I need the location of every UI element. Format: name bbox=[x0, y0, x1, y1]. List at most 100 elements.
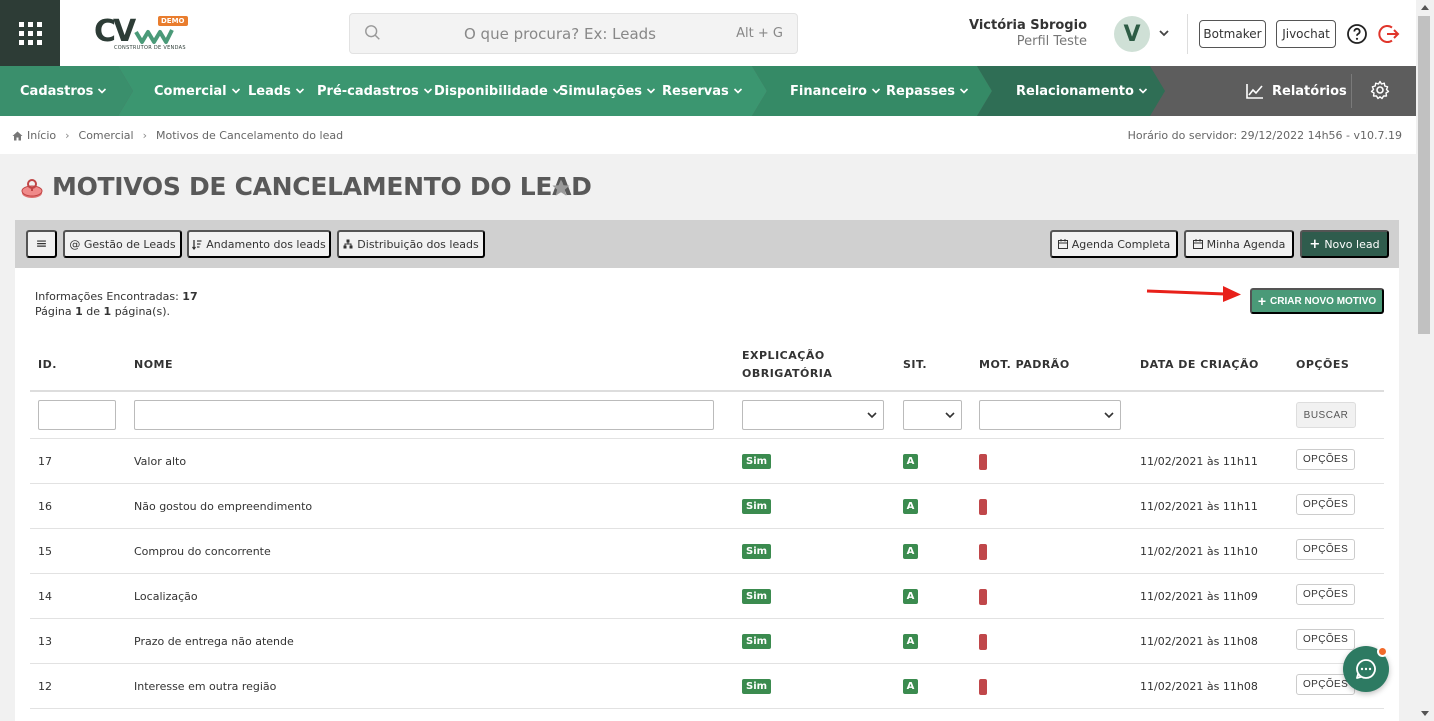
filter-id-input[interactable] bbox=[38, 400, 116, 430]
user-profile: Perfil Teste bbox=[1016, 34, 1087, 49]
opcoes-button[interactable]: OPÇÕES bbox=[1296, 538, 1356, 560]
gestao-leads-button[interactable]: @ Gestão de Leads bbox=[63, 230, 182, 258]
chevron-down-icon bbox=[867, 412, 877, 419]
filter-mot-padrao-select[interactable] bbox=[979, 400, 1121, 430]
minha-agenda-button[interactable]: Minha Agenda bbox=[1184, 230, 1294, 258]
nav-item-pre-cadastros[interactable]: Pré-cadastros bbox=[317, 66, 433, 116]
header-data-criacao[interactable]: DATA DE CRIAÇÃO bbox=[1140, 356, 1259, 374]
status-badge: A bbox=[903, 679, 918, 694]
cell-data: 11/02/2021 às 11h11 bbox=[1140, 500, 1258, 513]
cell-data: 11/02/2021 às 11h08 bbox=[1140, 635, 1258, 648]
filter-sit-select[interactable] bbox=[903, 400, 962, 430]
nav-item-simulacoes[interactable]: Simulações bbox=[559, 66, 656, 116]
chevron-down-icon[interactable] bbox=[1158, 27, 1170, 39]
buscar-button[interactable]: BUSCAR bbox=[1296, 402, 1356, 428]
avatar[interactable]: V bbox=[1114, 16, 1150, 52]
cell-data: 11/02/2021 às 11h08 bbox=[1140, 680, 1258, 693]
page-current: 1 bbox=[75, 305, 83, 318]
top-header: CV DEMO CONSTRUTOR DE VENDAS Alt + G Vic… bbox=[0, 0, 1416, 66]
table-row bbox=[30, 708, 1384, 721]
mot-padrao-flag bbox=[979, 498, 987, 515]
table-row: 16 Não gostou do empreendimento Sim A 11… bbox=[30, 483, 1384, 528]
nav-item-financeiro[interactable]: Financeiro bbox=[790, 66, 881, 116]
opcoes-button[interactable]: OPÇÕES bbox=[1296, 583, 1356, 605]
header-nome[interactable]: NOME bbox=[134, 356, 173, 374]
nav-item-reservas[interactable]: Reservas bbox=[662, 66, 743, 116]
botmaker-button[interactable]: Botmaker bbox=[1199, 20, 1266, 48]
favorite-star-icon[interactable] bbox=[551, 178, 571, 198]
nav-item-relatorios[interactable]: Relatórios bbox=[1246, 66, 1347, 116]
nav-item-disponibilidade[interactable]: Disponibilidade bbox=[434, 66, 562, 116]
page-scrollbar[interactable] bbox=[1416, 0, 1434, 721]
divider bbox=[1187, 14, 1188, 54]
andamento-leads-button[interactable]: Andamento dos leads bbox=[187, 230, 331, 258]
calendar-icon bbox=[1057, 239, 1068, 249]
cell-nome: Interesse em outra região bbox=[134, 680, 277, 693]
breadcrumb-comercial[interactable]: Comercial bbox=[79, 129, 134, 142]
explicacao-badge: Sim bbox=[742, 589, 772, 604]
criar-novo-motivo-button[interactable]: + CRIAR NOVO MOTIVO bbox=[1250, 288, 1384, 314]
cell-data: 11/02/2021 às 11h09 bbox=[1140, 590, 1258, 603]
logo-text: CV bbox=[94, 14, 136, 49]
explicacao-badge: Sim bbox=[742, 544, 772, 559]
nav-item-relacionamento[interactable]: Relacionamento bbox=[1016, 66, 1148, 116]
novo-lead-label: Novo lead bbox=[1324, 237, 1380, 251]
table-row: 14 Localização Sim A 11/02/2021 às 11h09… bbox=[30, 573, 1384, 618]
logout-icon[interactable] bbox=[1378, 23, 1400, 45]
help-icon[interactable] bbox=[1346, 23, 1368, 45]
apps-menu-button[interactable] bbox=[0, 0, 60, 66]
filter-explicacao-select[interactable] bbox=[742, 400, 884, 430]
header-explicacao-line1: EXPLICAÇÃO bbox=[742, 349, 825, 362]
distribuicao-leads-button[interactable]: Distribuição dos leads bbox=[337, 230, 485, 258]
opcoes-button[interactable]: OPÇÕES bbox=[1296, 493, 1356, 515]
nav-item-repasses[interactable]: Repasses bbox=[886, 66, 969, 116]
header-sit[interactable]: SIT. bbox=[903, 356, 927, 374]
breadcrumb-separator: › bbox=[142, 129, 147, 142]
scroll-down-icon[interactable] bbox=[1421, 711, 1429, 716]
status-badge: A bbox=[903, 454, 918, 469]
nav-item-cadastros[interactable]: Cadastros bbox=[20, 66, 107, 116]
cell-nome: Valor alto bbox=[134, 455, 187, 468]
chevron-down-icon bbox=[871, 88, 881, 94]
divider bbox=[1351, 74, 1352, 108]
header-explicacao[interactable]: EXPLICAÇÃO OBRIGATÓRIA bbox=[742, 347, 832, 383]
jivochat-button[interactable]: Jivochat bbox=[1276, 20, 1336, 48]
logo-badge: DEMO bbox=[158, 16, 188, 26]
table-row: 12 Interesse em outra região Sim A 11/02… bbox=[30, 663, 1384, 708]
user-name[interactable]: Victória Sbrogio bbox=[969, 18, 1087, 33]
opcoes-button[interactable]: OPÇÕES bbox=[1296, 628, 1356, 650]
search-input[interactable] bbox=[420, 14, 700, 53]
logo[interactable]: CV DEMO CONSTRUTOR DE VENDAS bbox=[92, 14, 192, 56]
gear-icon[interactable] bbox=[1370, 80, 1390, 100]
breadcrumb-inicio[interactable]: Início bbox=[27, 129, 56, 142]
nav-item-leads[interactable]: Leads bbox=[248, 66, 305, 116]
breadcrumb: Início › Comercial › Motivos de Cancelam… bbox=[12, 129, 343, 142]
agenda-completa-button[interactable]: Agenda Completa bbox=[1050, 230, 1178, 258]
logo-subtitle: CONSTRUTOR DE VENDAS bbox=[114, 45, 186, 51]
scroll-thumb[interactable] bbox=[1418, 16, 1430, 334]
chevron-down-icon bbox=[733, 88, 742, 94]
cell-id: 16 bbox=[38, 500, 52, 513]
header-id[interactable]: ID. bbox=[38, 356, 57, 374]
cell-data: 11/02/2021 às 11h11 bbox=[1140, 455, 1258, 468]
explicacao-badge: Sim bbox=[742, 679, 772, 694]
plus-icon: + bbox=[1309, 236, 1321, 252]
header-divider bbox=[30, 390, 1384, 392]
explicacao-badge: Sim bbox=[742, 634, 772, 649]
plus-icon: + bbox=[1257, 293, 1267, 309]
chevron-down-icon bbox=[945, 412, 955, 419]
opcoes-button[interactable]: OPÇÕES bbox=[1296, 448, 1356, 470]
nav-item-comercial[interactable]: Comercial bbox=[154, 66, 241, 116]
menu-toggle-button[interactable]: ≡ bbox=[26, 230, 57, 258]
header-mot-padrao[interactable]: MOT. PADRÃO bbox=[979, 356, 1070, 374]
header-opcoes: OPÇÕES bbox=[1296, 358, 1350, 371]
scroll-up-icon[interactable] bbox=[1421, 5, 1429, 10]
mot-padrao-flag bbox=[979, 543, 987, 560]
filter-nome-input[interactable] bbox=[134, 400, 714, 430]
page-title: MOTIVOS DE CANCELAMENTO DO LEAD bbox=[52, 172, 592, 201]
chevron-down-icon bbox=[646, 88, 656, 94]
novo-lead-button[interactable]: + Novo lead bbox=[1300, 230, 1389, 258]
minha-agenda-label: Minha Agenda bbox=[1206, 237, 1286, 251]
content-panel: Informações Encontradas: 17 Página 1 de … bbox=[15, 268, 1399, 721]
mot-padrao-flag bbox=[979, 633, 987, 650]
